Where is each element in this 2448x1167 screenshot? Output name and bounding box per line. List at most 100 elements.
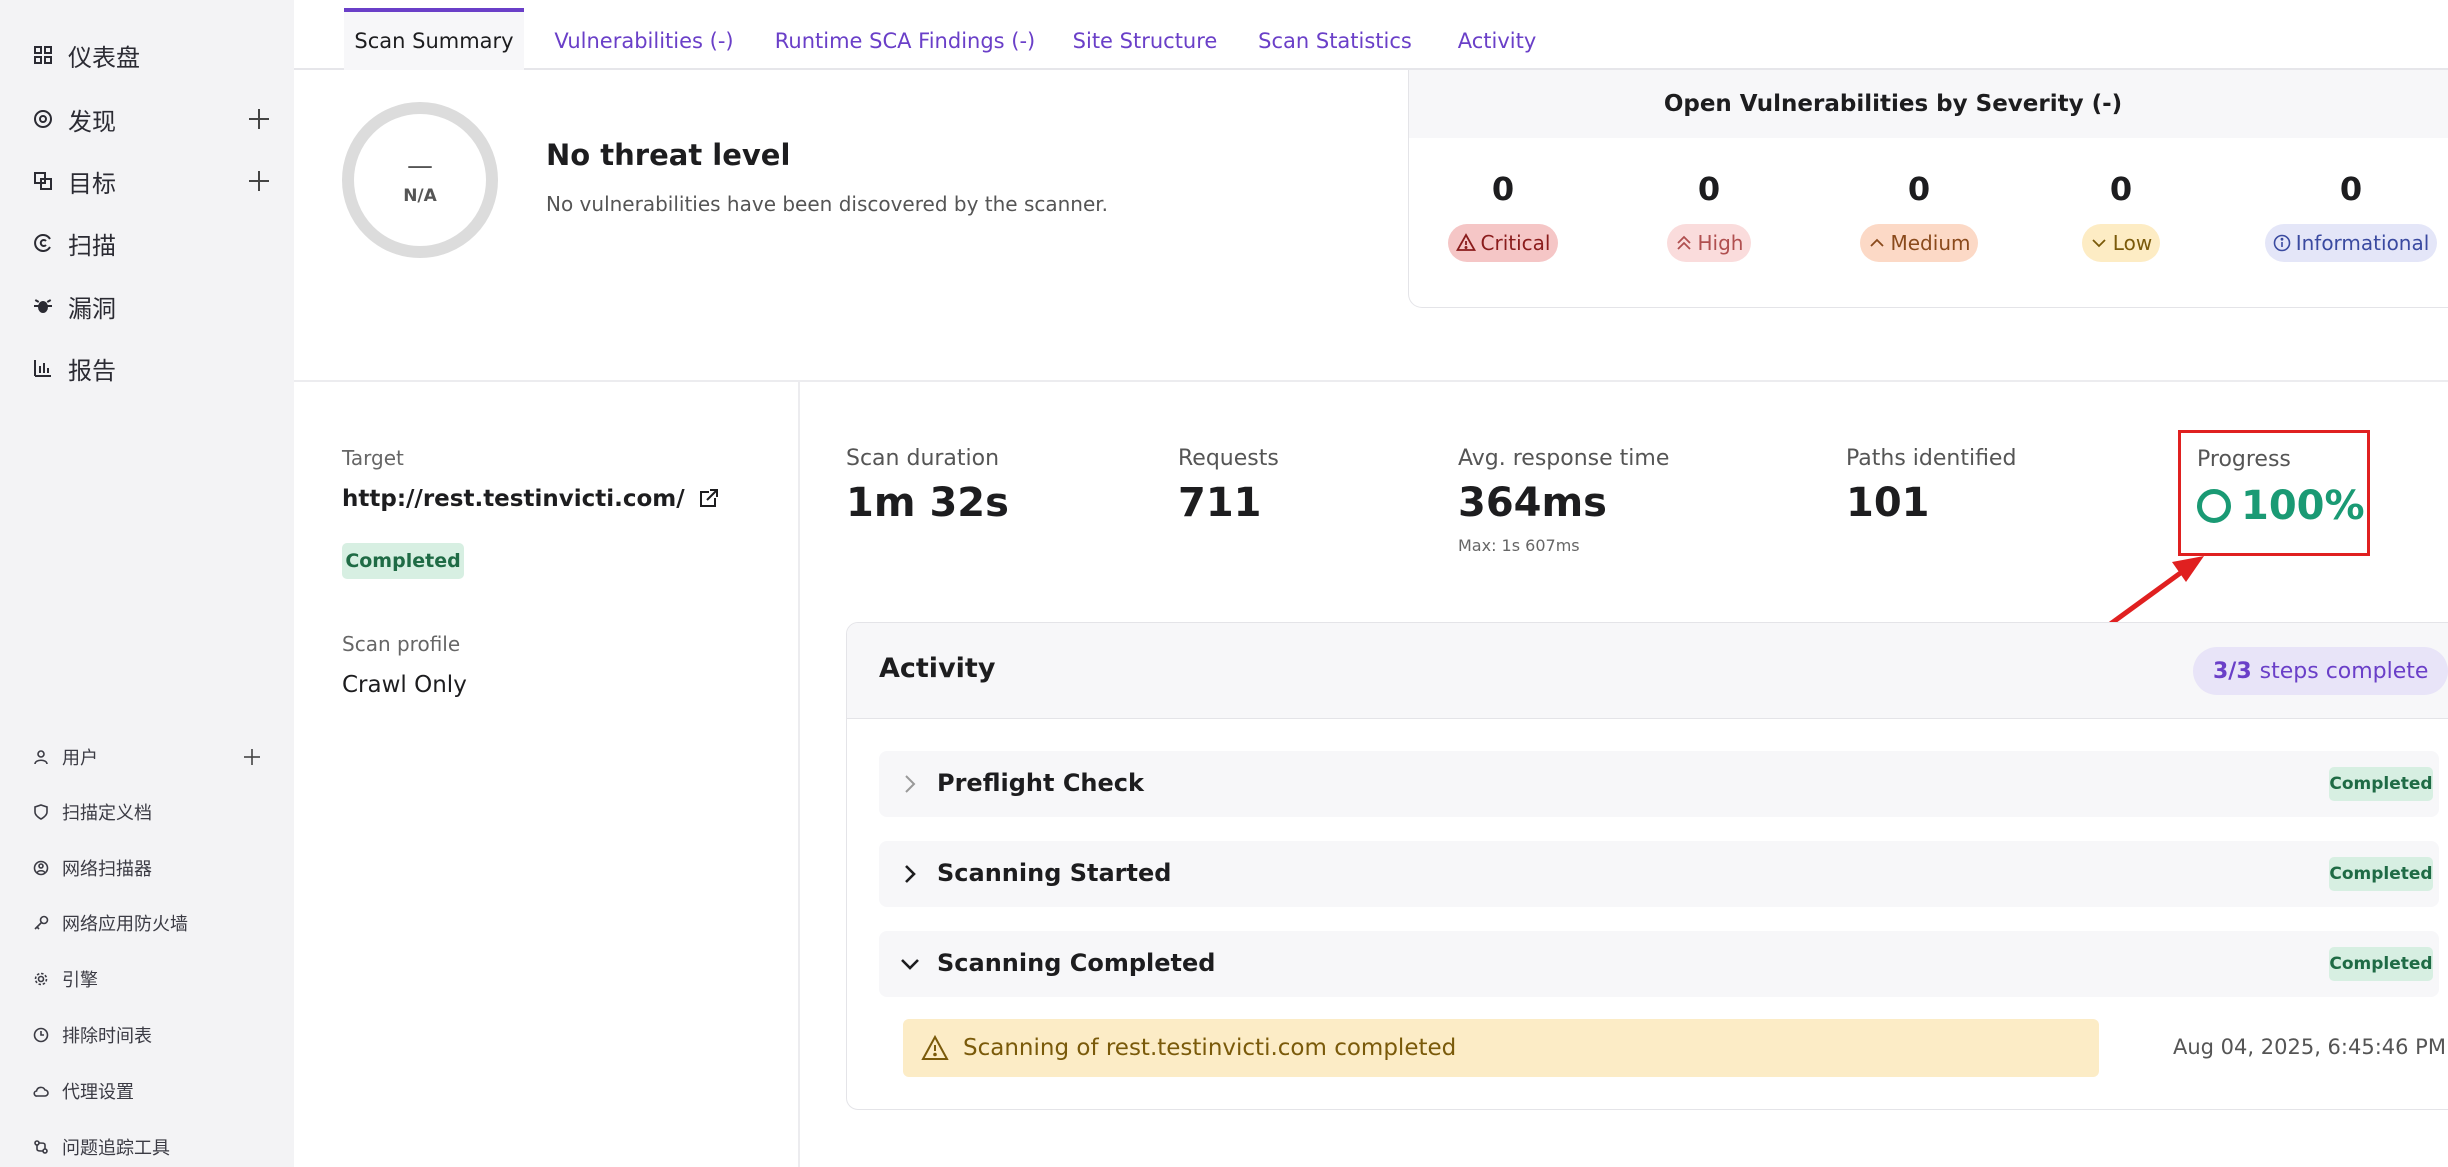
chevron-right-icon[interactable] (899, 773, 921, 795)
warning-triangle-icon (1455, 233, 1476, 253)
key-icon (32, 914, 50, 932)
dashboard-icon (32, 44, 54, 66)
sidebar-item-issue-trackers[interactable]: 问题追踪工具 (32, 1132, 262, 1162)
sidebar-item-network-scanner[interactable]: 网络扫描器 (32, 853, 262, 883)
tab-site-structure[interactable]: Site Structure (1073, 12, 1218, 70)
add-discovery-icon[interactable] (246, 106, 272, 132)
sidebar-item-proxy-settings[interactable]: 代理设置 (32, 1076, 262, 1106)
sidebar-item-discovery[interactable]: 发现 (32, 99, 272, 139)
avg-response-label: Avg. response time (1458, 446, 1670, 471)
tab-runtime-sca-findings[interactable]: Runtime SCA Findings (-) (775, 12, 1036, 70)
activity-title: Activity (879, 653, 996, 684)
severity-informational[interactable]: 0 Informational (2263, 170, 2439, 262)
scan-profile-value: Crawl Only (342, 672, 467, 698)
sidebar-item-waf[interactable]: 网络应用防火墙 (32, 908, 262, 938)
step-status-badge: Completed (2329, 767, 2433, 801)
threat-level-value: N/A (403, 186, 437, 206)
progress-value: 100% (2197, 483, 2365, 529)
column-divider (798, 382, 800, 1167)
high-count: 0 (1697, 170, 1721, 208)
severity-summary-card: Open Vulnerabilities by Severity (-) 0 C… (1408, 70, 2448, 308)
critical-count: 0 (1491, 170, 1515, 208)
chevron-up-icon (1868, 234, 1886, 252)
sidebar-item-targets[interactable]: 目标 (32, 161, 272, 201)
critical-label: Critical (1480, 231, 1551, 255)
tab-vulnerabilities[interactable]: Vulnerabilities (-) (554, 12, 733, 70)
notice-text: Scanning of rest.testinvicti.com complet… (963, 1035, 1457, 1061)
low-label: Low (2112, 231, 2153, 255)
progress-label: Progress (2197, 447, 2291, 472)
step-preflight-check[interactable]: Preflight Check Completed (879, 751, 2439, 817)
high-badge: High (1666, 224, 1752, 262)
severity-medium[interactable]: 0 Medium (1849, 170, 1989, 262)
scan-completed-notice: Scanning of rest.testinvicti.com complet… (903, 1019, 2099, 1077)
chevron-down-icon (2090, 234, 2108, 252)
chevron-right-icon[interactable] (899, 863, 921, 885)
external-link-icon[interactable] (697, 488, 719, 510)
informational-count: 0 (2339, 170, 2363, 208)
sidebar-item-dashboard[interactable]: 仪表盘 (32, 35, 272, 75)
warning-triangle-icon (921, 1035, 949, 1061)
sidebar-item-label: 引擎 (62, 970, 98, 991)
threat-level-gauge: — N/A (342, 102, 498, 258)
scan-duration-label: Scan duration (846, 446, 1000, 471)
target-link[interactable]: http://rest.testinvicti.com/ (342, 486, 719, 512)
step-title: Preflight Check (937, 769, 1144, 797)
reports-icon (32, 357, 54, 379)
severity-title: Open Vulnerabilities by Severity (-) (1409, 70, 2448, 138)
sidebar-item-label: 发现 (68, 107, 116, 136)
tab-bar: Scan Summary Vulnerabilities (-) Runtime… (294, 0, 2448, 70)
user-icon (32, 748, 50, 766)
sidebar-item-label: 漏洞 (68, 294, 116, 323)
step-title: Scanning Completed (937, 949, 1216, 977)
section-divider (294, 380, 2448, 382)
sidebar-item-scan-profiles[interactable]: 扫描定义档 (32, 797, 262, 827)
sidebar-item-label: 问题追踪工具 (62, 1138, 170, 1159)
sidebar-item-reports[interactable]: 报告 (32, 348, 272, 388)
tab-scan-summary[interactable]: Scan Summary (344, 8, 524, 70)
add-target-icon[interactable] (246, 168, 272, 194)
sidebar-item-label: 扫描 (68, 231, 116, 260)
scanner-icon (32, 859, 50, 877)
step-scanning-started[interactable]: Scanning Started Completed (879, 841, 2439, 907)
progress-percent: 100% (2241, 483, 2365, 529)
tab-activity[interactable]: Activity (1452, 12, 1542, 70)
scan-status-badge: Completed (342, 543, 464, 579)
progress-ring-icon (2197, 489, 2231, 523)
steps-complete-badge: 3/3 steps complete (2193, 647, 2448, 695)
high-label: High (1697, 231, 1744, 255)
max-response-value: Max: 1s 607ms (1458, 536, 1580, 555)
sidebar-item-exclusion-schedule[interactable]: 排除时间表 (32, 1020, 262, 1050)
severity-critical[interactable]: 0 Critical (1445, 170, 1561, 262)
target-url[interactable]: http://rest.testinvicti.com/ (342, 486, 685, 512)
tracker-icon (32, 1138, 50, 1156)
sidebar: 仪表盘 发现 目标 扫描 漏洞 报告 用户 扫描定义档 网络扫描器 网络应用防火… (0, 0, 294, 1167)
step-status-badge: Completed (2329, 857, 2433, 891)
sidebar-item-engines[interactable]: 引擎 (32, 964, 262, 994)
medium-badge: Medium (1859, 224, 1979, 262)
progress-highlight-box: Progress 100% (2178, 430, 2370, 556)
clock-icon (32, 1026, 50, 1044)
sidebar-item-scans[interactable]: 扫描 (32, 223, 272, 263)
informational-badge: Informational (2264, 224, 2438, 262)
sidebar-item-users[interactable]: 用户 (32, 742, 262, 772)
discovery-icon (32, 108, 54, 130)
tab-scan-statistics[interactable]: Scan Statistics (1258, 12, 1412, 70)
medium-label: Medium (1890, 231, 1971, 255)
chevron-down-icon[interactable] (899, 953, 921, 975)
step-title: Scanning Started (937, 859, 1172, 887)
cloud-icon (32, 1082, 50, 1100)
severity-low[interactable]: 0 Low (2075, 170, 2167, 262)
activity-panel: Activity 3/3 steps complete Preflight Ch… (846, 622, 2448, 1110)
threat-level-dash: — (407, 151, 433, 181)
severity-high[interactable]: 0 High (1659, 170, 1759, 262)
requests-value: 711 (1178, 480, 1262, 526)
low-badge: Low (2081, 224, 2161, 262)
add-user-icon[interactable] (242, 747, 262, 767)
step-status-badge: Completed (2329, 947, 2433, 981)
sidebar-item-label: 报告 (68, 356, 116, 385)
paths-identified-label: Paths identified (1846, 446, 2017, 471)
step-scanning-completed[interactable]: Scanning Completed Completed (879, 931, 2439, 997)
activity-header: Activity 3/3 steps complete (847, 623, 2448, 719)
sidebar-item-vulnerabilities[interactable]: 漏洞 (32, 286, 272, 326)
